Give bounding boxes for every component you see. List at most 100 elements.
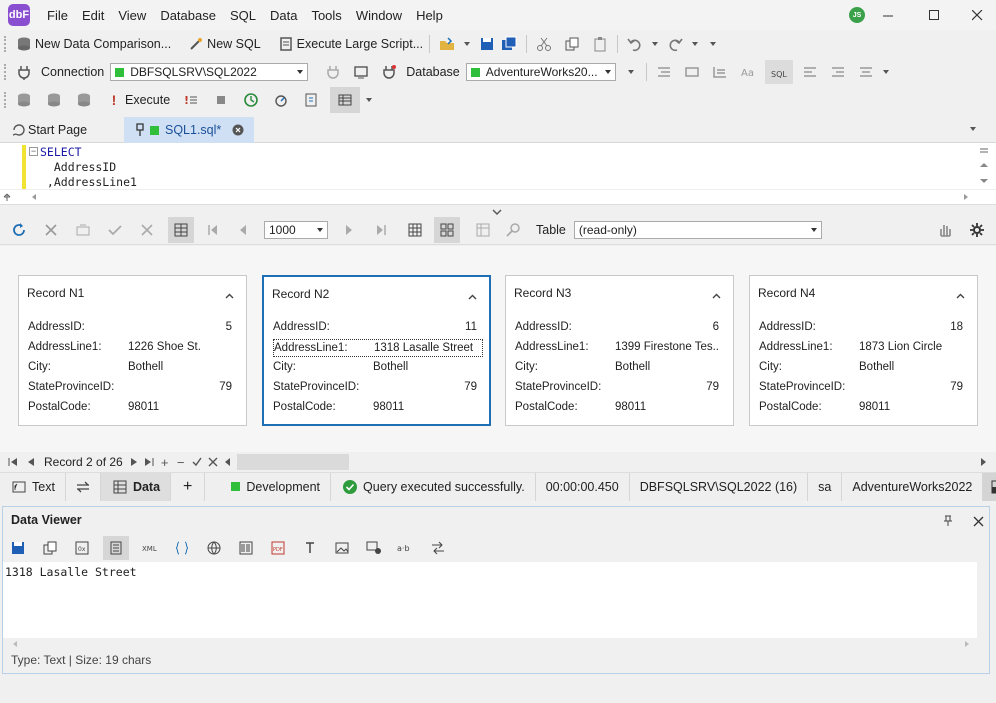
record-field[interactable]: AddressID: 5 bbox=[28, 319, 238, 337]
maximize-button[interactable] bbox=[912, 0, 956, 30]
record-field[interactable]: PostalCode: 98011 bbox=[515, 399, 725, 417]
chevron-up-icon[interactable] bbox=[712, 288, 721, 302]
reconnect-plug-icon[interactable] bbox=[378, 61, 400, 83]
execute-current-icon[interactable]: ! bbox=[180, 89, 202, 111]
apply-check-icon[interactable] bbox=[104, 219, 126, 241]
web-view-icon[interactable] bbox=[203, 537, 225, 559]
menu-sql[interactable]: SQL bbox=[223, 8, 263, 23]
db-gray-icon[interactable] bbox=[73, 89, 95, 111]
prev-page-icon[interactable] bbox=[232, 219, 254, 241]
align-center-icon[interactable] bbox=[855, 61, 877, 83]
data-tab[interactable]: Data bbox=[100, 472, 172, 501]
pin-panel-icon[interactable] bbox=[937, 510, 959, 532]
record-field[interactable]: AddressLine1: 1399 Firestone Tes... bbox=[515, 339, 725, 357]
open-folder-icon[interactable] bbox=[436, 33, 458, 55]
toolbar-grip[interactable] bbox=[4, 92, 7, 108]
sql-format-icon[interactable]: SQL bbox=[764, 60, 793, 84]
undo-icon[interactable] bbox=[624, 33, 646, 55]
record-card[interactable]: Record N1 AddressID: 5 AddressLine1: 1226 … bbox=[18, 275, 247, 426]
tabs-dropdown-arrow[interactable] bbox=[970, 127, 976, 131]
record-field[interactable]: StateProvinceID: 79 bbox=[515, 379, 725, 397]
menu-database[interactable]: Database bbox=[153, 8, 223, 23]
refresh-icon[interactable] bbox=[8, 219, 30, 241]
record-field[interactable]: StateProvinceID: 79 bbox=[273, 379, 483, 397]
server-window-icon[interactable] bbox=[350, 61, 372, 83]
viewer-hscroll[interactable] bbox=[3, 638, 977, 648]
minimize-button[interactable] bbox=[866, 0, 910, 30]
cut-icon[interactable] bbox=[533, 33, 555, 55]
close-icon[interactable] bbox=[40, 219, 62, 241]
pivot-icon[interactable] bbox=[472, 219, 494, 241]
record-field[interactable]: PostalCode: 98011 bbox=[28, 399, 238, 417]
add-tab-button[interactable]: + bbox=[171, 472, 206, 501]
record-field[interactable]: AddressLine1: 1226 Shoe St. bbox=[28, 339, 238, 357]
undo-dropdown-arrow[interactable] bbox=[652, 42, 659, 46]
menu-help[interactable]: Help bbox=[409, 8, 450, 23]
viewer-text-area[interactable]: 1318 Lasalle Street bbox=[3, 562, 977, 638]
new-sql-button[interactable]: New SQL bbox=[185, 33, 261, 55]
record-field[interactable]: PostalCode: 98011 bbox=[273, 399, 483, 417]
record-field[interactable]: StateProvinceID: 79 bbox=[28, 379, 238, 397]
rtf-view-icon[interactable] bbox=[299, 537, 321, 559]
next-record-icon[interactable] bbox=[127, 451, 141, 473]
close-tab-icon[interactable] bbox=[231, 119, 245, 141]
toolbar-grip[interactable] bbox=[4, 36, 7, 52]
text-tab[interactable]: Text bbox=[0, 472, 66, 501]
xml-view-icon[interactable]: XML bbox=[139, 537, 161, 559]
format-table-icon[interactable] bbox=[709, 61, 731, 83]
spatial-view-icon[interactable] bbox=[363, 537, 385, 559]
toolbar-overflow-arrow[interactable] bbox=[710, 42, 717, 46]
last-page-icon[interactable] bbox=[370, 219, 392, 241]
save-icon[interactable] bbox=[476, 33, 498, 55]
format-indent-icon[interactable] bbox=[653, 61, 675, 83]
record-field[interactable]: StateProvinceID: 79 bbox=[759, 379, 969, 397]
hand-icon[interactable] bbox=[934, 219, 956, 241]
query-profiler-icon[interactable] bbox=[270, 89, 292, 111]
copy-icon[interactable] bbox=[561, 33, 583, 55]
db-gray-icon[interactable] bbox=[43, 89, 65, 111]
card-view-active-icon[interactable] bbox=[434, 216, 460, 243]
save-icon[interactable] bbox=[7, 537, 29, 559]
menu-edit[interactable]: Edit bbox=[75, 8, 111, 23]
next-page-icon[interactable] bbox=[338, 219, 360, 241]
chevron-up-icon[interactable] bbox=[956, 288, 965, 302]
tab-start-page[interactable]: Start Page bbox=[0, 117, 120, 143]
text-case-icon[interactable]: Aa bbox=[737, 61, 759, 83]
barcode-view-icon[interactable] bbox=[235, 537, 257, 559]
copy-icon[interactable] bbox=[39, 537, 61, 559]
disconnect-icon[interactable] bbox=[322, 61, 344, 83]
grid-results-icon[interactable] bbox=[330, 87, 361, 113]
align-left-icon[interactable] bbox=[799, 61, 821, 83]
edit-record-icon[interactable] bbox=[72, 219, 94, 241]
record-card[interactable]: Record N3 AddressID: 6 AddressLine1: 1399 … bbox=[505, 275, 734, 426]
menu-view[interactable]: View bbox=[111, 8, 153, 23]
connection-select[interactable]: DBFSQLSRV\SQL2022 bbox=[110, 63, 309, 81]
redo-dropdown-arrow[interactable] bbox=[692, 42, 699, 46]
tab-sql1[interactable]: SQL1.sql* bbox=[124, 117, 254, 143]
record-field[interactable]: AddressLine1: 1873 Lion Circle bbox=[759, 339, 969, 357]
image-view-icon[interactable] bbox=[331, 537, 353, 559]
collapse-icon[interactable]: − bbox=[29, 147, 38, 156]
view-mode-select[interactable]: (read-only) bbox=[573, 220, 822, 239]
environment-indicator[interactable]: Development bbox=[205, 472, 332, 501]
new-data-comparison-button[interactable]: New Data Comparison... bbox=[13, 33, 171, 55]
toolbar-overflow-arrow[interactable] bbox=[627, 70, 634, 74]
cancel-record-icon[interactable] bbox=[205, 451, 221, 473]
toolbar-grip[interactable] bbox=[4, 64, 7, 80]
page-size-select[interactable]: 1000 bbox=[264, 220, 328, 239]
editor-hscroll[interactable] bbox=[0, 189, 996, 204]
viewer-vscroll[interactable] bbox=[977, 562, 989, 638]
editor-vscroll[interactable] bbox=[976, 143, 992, 188]
user-avatar[interactable]: JS bbox=[849, 7, 865, 23]
post-record-icon[interactable] bbox=[189, 451, 205, 473]
align-right-icon[interactable] bbox=[827, 61, 849, 83]
record-card-selected[interactable]: Record N2 AddressID: 11 AddressLine1: 1318… bbox=[262, 275, 491, 426]
record-field[interactable]: City: Bothell bbox=[759, 359, 969, 377]
stop-icon[interactable] bbox=[210, 89, 232, 111]
json-view-icon[interactable] bbox=[171, 537, 193, 559]
format-block-icon[interactable] bbox=[681, 61, 703, 83]
grid-view-icon[interactable] bbox=[404, 219, 426, 241]
menu-window[interactable]: Window bbox=[349, 8, 409, 23]
close-panel-icon[interactable] bbox=[967, 510, 989, 532]
card-view-icon[interactable] bbox=[168, 216, 194, 243]
